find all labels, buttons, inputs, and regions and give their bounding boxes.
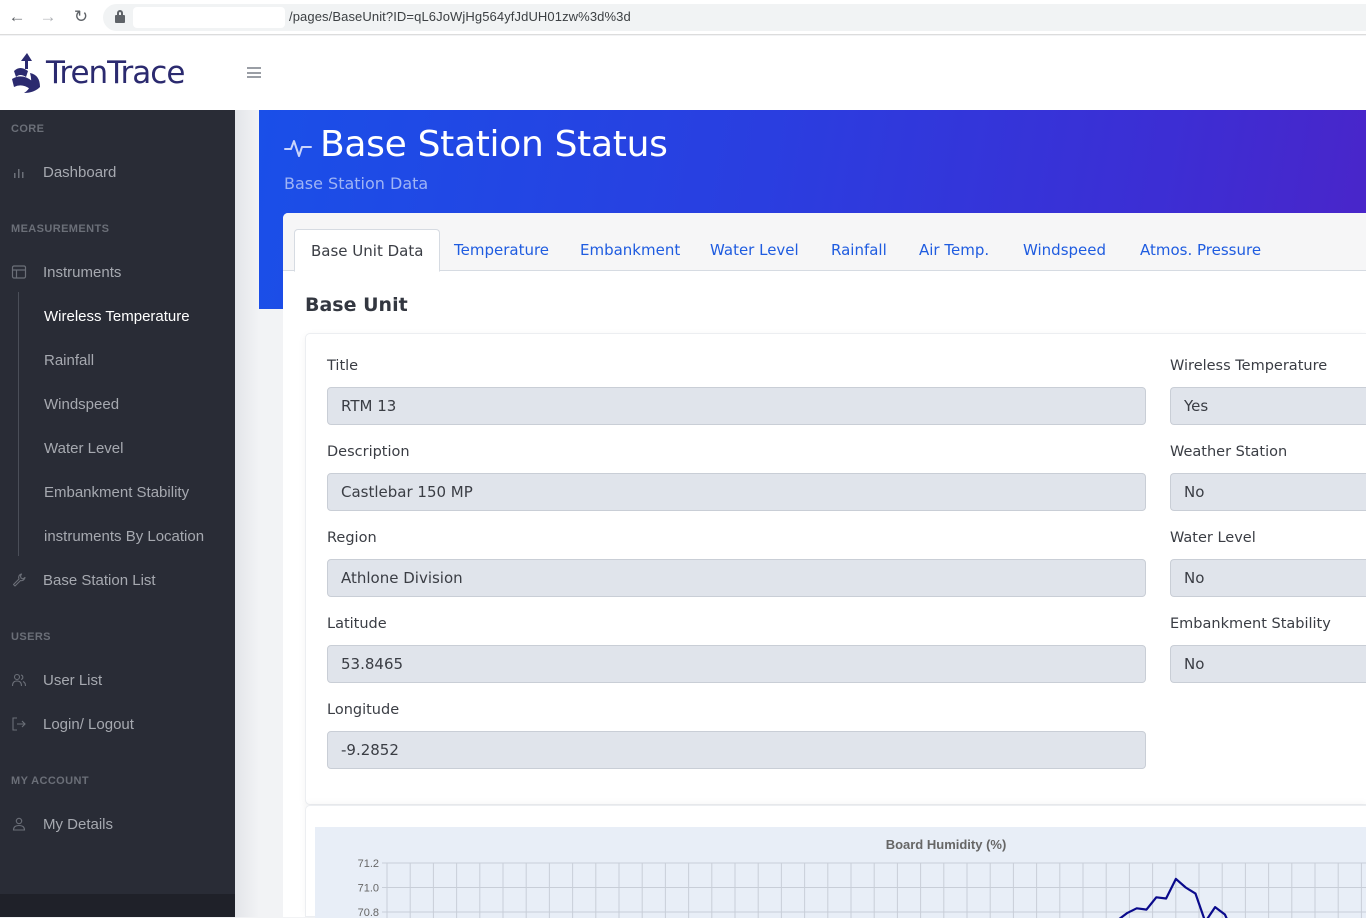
base-unit-form: Title RTM 13 Description Castlebar 150 M… <box>305 333 1366 805</box>
sidebar-item-label: Base Station List <box>43 572 156 589</box>
tab-rainfall[interactable]: Rainfall <box>815 229 903 271</box>
tab-temperature[interactable]: Temperature <box>438 229 565 271</box>
brand-name: TrenTrace <box>46 55 184 91</box>
sidebar-item-label: Dashboard <box>43 164 116 181</box>
sidebar-item-label: Instruments <box>43 264 121 281</box>
title-field[interactable]: RTM 13 <box>327 387 1146 425</box>
tab-water-level[interactable]: Water Level <box>694 229 815 271</box>
logo-mark-icon <box>10 51 44 95</box>
brand-logo[interactable]: TrenTrace <box>10 50 184 96</box>
tab-bar: Base Unit Data Temperature Embankment Wa… <box>283 213 1366 271</box>
sidebar-subitem-wireless-temperature[interactable]: Wireless Temperature <box>0 301 235 331</box>
bar-chart-icon <box>11 164 27 180</box>
sidebar-item-label: Login/ Logout <box>43 716 134 733</box>
browser-toolbar: ← → ↻ /pages/BaseUnit?ID=qL6JoWjHg564yfJ… <box>0 0 1366 35</box>
submenu-guide-line <box>18 292 19 556</box>
sidebar-subitem-instruments-by-location[interactable]: instruments By Location <box>0 521 235 551</box>
url-redacted-domain <box>133 7 285 28</box>
y-tick-label: 71.0 <box>358 883 379 895</box>
sidebar-item-label: My Details <box>43 816 113 833</box>
app-header: TrenTrace <box>0 36 1366 110</box>
content-edge-shadow <box>235 110 259 917</box>
sidebar-subitem-water-level[interactable]: Water Level <box>0 433 235 463</box>
address-bar[interactable]: /pages/BaseUnit?ID=qL6JoWjHg564yfJdUH01z… <box>103 4 1366 31</box>
sidebar-subitem-rainfall[interactable]: Rainfall <box>0 345 235 375</box>
wrench-icon <box>11 572 27 588</box>
sidebar-item-label: Windspeed <box>44 396 119 413</box>
sidebar-item-my-details[interactable]: My Details <box>0 809 235 839</box>
chart-title: Board Humidity (%) <box>886 837 1007 852</box>
sidebar-item-label: Embankment Stability <box>44 484 189 501</box>
board-humidity-chart: Board Humidity (%) 71.2 71.0 70.8 <box>315 827 1366 918</box>
water-level-field[interactable]: No <box>1170 559 1366 597</box>
user-icon <box>11 816 27 832</box>
base-station-card: Base Unit Data Temperature Embankment Wa… <box>283 213 1366 917</box>
title-label: Title <box>327 358 358 374</box>
embankment-stability-label: Embankment Stability <box>1170 616 1331 632</box>
weather-station-field[interactable]: No <box>1170 473 1366 511</box>
sidebar-item-login-logout[interactable]: Login/ Logout <box>0 709 235 739</box>
menu-toggle-icon[interactable] <box>247 67 261 78</box>
sidebar-subitem-windspeed[interactable]: Windspeed <box>0 389 235 419</box>
users-icon <box>11 672 27 688</box>
embankment-stability-field[interactable]: No <box>1170 645 1366 683</box>
description-label: Description <box>327 444 410 460</box>
sidebar: CORE Dashboard MEASUREMENTS Instruments … <box>0 110 235 917</box>
description-field[interactable]: Castlebar 150 MP <box>327 473 1146 511</box>
reload-icon[interactable]: ↻ <box>71 7 91 27</box>
sidebar-footer <box>0 894 235 917</box>
sidebar-item-instruments[interactable]: Instruments <box>0 257 235 287</box>
region-field[interactable]: Athlone Division <box>327 559 1146 597</box>
sidebar-item-user-list[interactable]: User List <box>0 665 235 695</box>
tab-air-temp[interactable]: Air Temp. <box>903 229 1005 271</box>
y-tick-label: 71.2 <box>358 858 379 870</box>
tab-embankment[interactable]: Embankment <box>564 229 696 271</box>
tab-windspeed[interactable]: Windspeed <box>1007 229 1122 271</box>
sidebar-item-base-station-list[interactable]: Base Station List <box>0 565 235 595</box>
water-level-label: Water Level <box>1170 530 1256 546</box>
latitude-field[interactable]: 53.8465 <box>327 645 1146 683</box>
sidebar-item-label: instruments By Location <box>44 528 204 545</box>
tab-atmos-pressure[interactable]: Atmos. Pressure <box>1124 229 1277 271</box>
logout-icon <box>11 716 27 732</box>
layout-icon <box>11 264 27 280</box>
sidebar-item-label: Rainfall <box>44 352 94 369</box>
longitude-label: Longitude <box>327 702 399 718</box>
sidebar-heading-core: CORE <box>11 123 44 135</box>
y-tick-label: 70.8 <box>358 907 379 918</box>
sidebar-item-label: Water Level <box>44 440 123 457</box>
wireless-temperature-field[interactable]: Yes <box>1170 387 1366 425</box>
wireless-temperature-label: Wireless Temperature <box>1170 358 1327 374</box>
lock-icon <box>115 10 125 23</box>
longitude-field[interactable]: -9.2852 <box>327 731 1146 769</box>
page-subtitle: Base Station Data <box>284 174 428 193</box>
sidebar-item-dashboard[interactable]: Dashboard <box>0 157 235 187</box>
latitude-label: Latitude <box>327 616 387 632</box>
sidebar-heading-users: USERS <box>11 631 51 643</box>
back-icon[interactable]: ← <box>7 7 27 27</box>
chart-area: Board Humidity (%) 71.2 71.0 70.8 <box>315 827 1366 918</box>
tab-base-unit-data[interactable]: Base Unit Data <box>294 229 440 272</box>
sidebar-item-label: Wireless Temperature <box>44 308 190 325</box>
humidity-chart-card: Board Humidity (%) 71.2 71.0 70.8 <box>305 805 1366 917</box>
page-title: Base Station Status <box>320 124 668 165</box>
forward-icon[interactable]: → <box>38 7 58 27</box>
weather-station-label: Weather Station <box>1170 444 1287 460</box>
chart-y-axis: 71.2 71.0 70.8 <box>358 858 379 918</box>
sidebar-item-label: User List <box>43 672 102 689</box>
sidebar-heading-measurements: MEASUREMENTS <box>11 223 109 235</box>
region-label: Region <box>327 530 377 546</box>
sidebar-subitem-embankment-stability[interactable]: Embankment Stability <box>0 477 235 507</box>
section-title: Base Unit <box>305 294 408 316</box>
sidebar-heading-my-account: MY ACCOUNT <box>11 775 89 787</box>
activity-icon <box>284 134 312 162</box>
url-text: /pages/BaseUnit?ID=qL6JoWjHg564yfJdUH01z… <box>289 9 631 24</box>
